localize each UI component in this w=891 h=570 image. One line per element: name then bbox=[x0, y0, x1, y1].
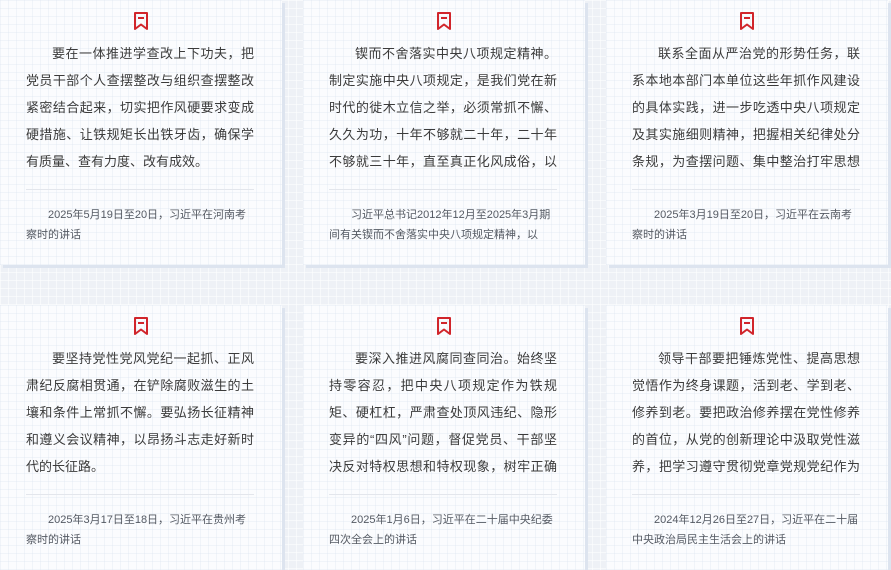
quote-card[interactable]: 要坚持党性党风党纪一起抓、正风肃纪反腐相贯通，在铲除腐败滋生的土壤和条件上常抓不… bbox=[0, 305, 282, 570]
divider bbox=[26, 189, 254, 190]
divider bbox=[26, 494, 254, 495]
quote-card[interactable]: 联系全面从严治党的形势任务，联系本地本部门本单位这些年抓作风建设的具体实践，进一… bbox=[606, 0, 888, 265]
quote-source: 习近平总书记2012年12月至2025年3月期间有关锲而不舍落实中央八项规定精神… bbox=[329, 209, 551, 241]
quote-text: 锲而不舍落实中央八项规定精神。制定实施中央八项规定，是我们党在新时代的徙木立信之… bbox=[329, 46, 557, 169]
quote-card[interactable]: 锲而不舍落实中央八项规定精神。制定实施中央八项规定，是我们党在新时代的徙木立信之… bbox=[303, 0, 585, 265]
quote-card[interactable]: 领导干部要把锤炼党性、提高思想觉悟作为终身课题，活到老、学到老、修养到老。要把政… bbox=[606, 305, 888, 570]
quote-source: 2025年1月6日，习近平在二十届中央纪委四次全会上的讲话 bbox=[329, 514, 553, 546]
quote-source: 2025年5月19日至20日，习近平在河南考察时的讲话 bbox=[26, 209, 247, 241]
quote-source: 2025年3月19日至20日，习近平在云南考察时的讲话 bbox=[632, 209, 853, 241]
quote-source: 2025年3月17日至18日，习近平在贵州考察时的讲话 bbox=[26, 514, 247, 546]
divider bbox=[632, 494, 860, 495]
quote-text: 要深入推进风腐同查同治。始终坚持零容忍，把中央八项规定作为铁规矩、硬杠杠，严肃查… bbox=[329, 351, 557, 474]
quote-card[interactable]: 要在一体推进学查改上下功夫，把党员干部个人查摆整改与组织查摆整改紧密结合起来，切… bbox=[0, 0, 282, 265]
quote-text: 要在一体推进学查改上下功夫，把党员干部个人查摆整改与组织查摆整改紧密结合起来，切… bbox=[26, 46, 254, 169]
quote-source: 2024年12月26日至27日，习近平在二十届中央政治局民主生活会上的讲话 bbox=[632, 514, 859, 546]
bookmark-icon bbox=[134, 12, 148, 30]
divider bbox=[329, 189, 557, 190]
quote-text: 要坚持党性党风党纪一起抓、正风肃纪反腐相贯通，在铲除腐败滋生的土壤和条件上常抓不… bbox=[26, 351, 254, 474]
bookmark-icon bbox=[740, 317, 754, 335]
bookmark-icon bbox=[437, 317, 451, 335]
quote-text: 联系全面从严治党的形势任务，联系本地本部门本单位这些年抓作风建设的具体实践，进一… bbox=[632, 46, 860, 169]
bookmark-icon bbox=[134, 317, 148, 335]
divider bbox=[329, 494, 557, 495]
bookmark-icon bbox=[437, 12, 451, 30]
bookmark-icon bbox=[740, 12, 754, 30]
divider bbox=[632, 189, 860, 190]
quote-card[interactable]: 要深入推进风腐同查同治。始终坚持零容忍，把中央八项规定作为铁规矩、硬杠杠，严肃查… bbox=[303, 305, 585, 570]
quote-text: 领导干部要把锤炼党性、提高思想觉悟作为终身课题，活到老、学到老、修养到老。要把政… bbox=[632, 351, 860, 474]
